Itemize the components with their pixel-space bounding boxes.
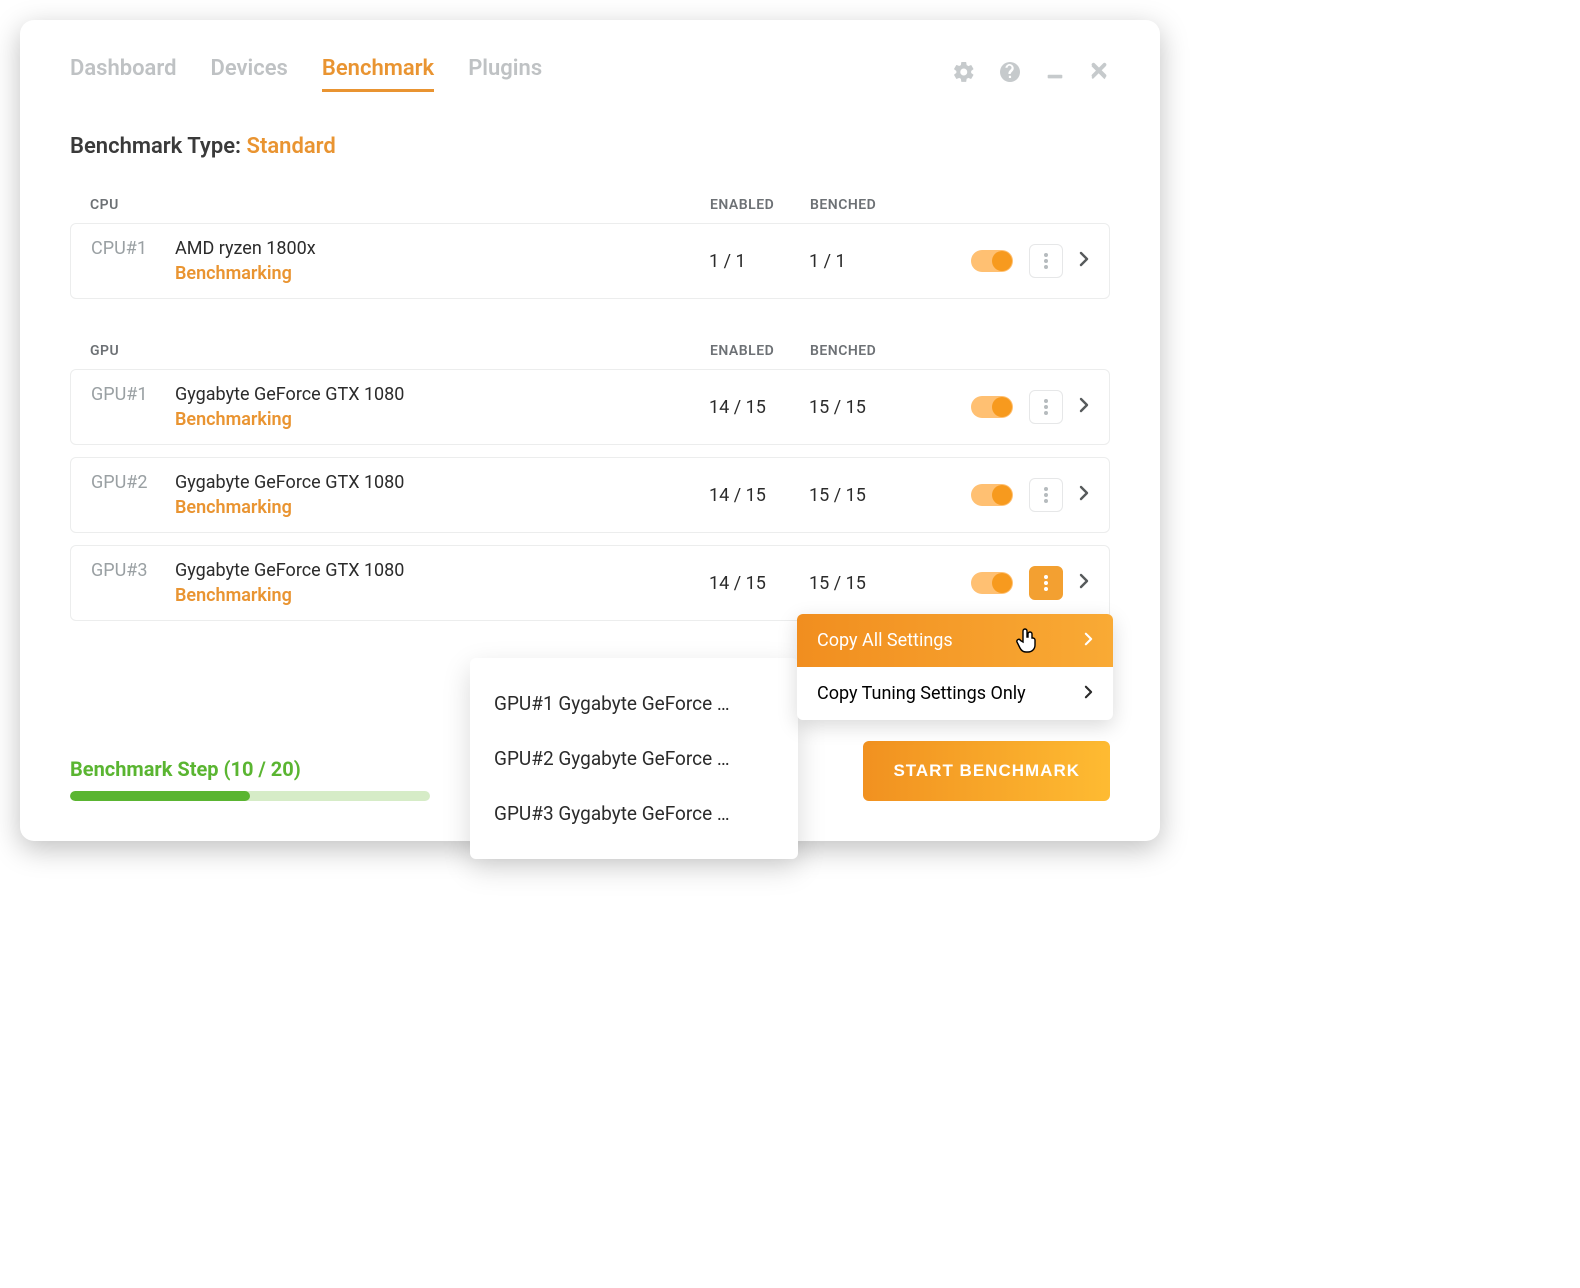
benched-value: 15 / 15 — [809, 573, 929, 594]
device-status: Benchmarking — [175, 409, 404, 430]
enable-toggle[interactable] — [971, 396, 1013, 418]
tab-plugins[interactable]: Plugins — [468, 56, 542, 92]
enabled-value: 14 / 15 — [709, 485, 809, 506]
copy-target-submenu: GPU#1 Gygabyte GeForce … GPU#2 Gygabyte … — [470, 658, 798, 859]
chevron-right-icon[interactable] — [1079, 397, 1089, 417]
benchmark-type-label: Benchmark Type: — [70, 134, 247, 159]
benchmark-progress: Benchmark Step (10 / 20) — [70, 757, 430, 801]
enable-toggle[interactable] — [971, 250, 1013, 272]
tab-devices[interactable]: Devices — [210, 56, 287, 92]
device-row-gpu2: GPU#2 Gygabyte GeForce GTX 1080 Benchmar… — [70, 457, 1110, 533]
app-window: Dashboard Devices Benchmark Plugins Benc… — [20, 20, 1160, 841]
row-menu-button[interactable] — [1029, 244, 1063, 278]
benched-value: 15 / 15 — [809, 397, 929, 418]
tab-benchmark[interactable]: Benchmark — [322, 56, 434, 92]
enabled-value: 1 / 1 — [709, 251, 809, 272]
device-name: AMD ryzen 1800x — [175, 238, 316, 259]
chevron-right-icon[interactable] — [1079, 485, 1089, 505]
enabled-value: 14 / 15 — [709, 573, 809, 594]
col-enabled: ENABLED — [710, 343, 810, 359]
chevron-right-icon[interactable] — [1079, 251, 1089, 271]
progress-fill — [70, 791, 250, 801]
window-controls — [952, 60, 1110, 88]
col-cpu: CPU — [90, 197, 710, 213]
close-icon[interactable] — [1088, 61, 1110, 87]
col-benched: BENCHED — [810, 343, 930, 359]
chevron-right-icon[interactable] — [1079, 573, 1089, 593]
row-menu-button[interactable] — [1029, 566, 1063, 600]
minimize-icon[interactable] — [1044, 61, 1066, 87]
start-benchmark-button[interactable]: START BENCHMARK — [863, 741, 1110, 801]
progress-label: Benchmark Step (10 / 20) — [70, 757, 430, 781]
device-id: GPU#1 — [91, 384, 161, 405]
benchmark-type: Benchmark Type: Standard — [70, 134, 1110, 159]
device-name: Gygabyte GeForce GTX 1080 — [175, 472, 404, 493]
benchmark-type-value: Standard — [247, 134, 336, 159]
device-row-gpu1: GPU#1 Gygabyte GeForce GTX 1080 Benchmar… — [70, 369, 1110, 445]
row-menu-button[interactable] — [1029, 478, 1063, 512]
device-id: GPU#3 — [91, 560, 161, 581]
menu-copy-all-settings[interactable]: Copy All Settings — [797, 614, 1113, 667]
main-tabs: Dashboard Devices Benchmark Plugins — [70, 56, 542, 92]
cursor-hand-icon — [1015, 628, 1037, 659]
chevron-right-icon — [1084, 630, 1093, 651]
device-id: CPU#1 — [91, 238, 161, 259]
menu-item-label: Copy All Settings — [817, 630, 953, 651]
col-benched: BENCHED — [810, 197, 930, 213]
device-row-cpu1: CPU#1 AMD ryzen 1800x Benchmarking 1 / 1… — [70, 223, 1110, 299]
gear-icon[interactable] — [952, 60, 976, 88]
benched-value: 1 / 1 — [809, 251, 929, 272]
col-enabled: ENABLED — [710, 197, 810, 213]
submenu-item-gpu3[interactable]: GPU#3 Gygabyte GeForce … — [470, 786, 798, 841]
header-row: Dashboard Devices Benchmark Plugins — [70, 56, 1110, 92]
enable-toggle[interactable] — [971, 484, 1013, 506]
col-gpu: GPU — [90, 343, 710, 359]
row-menu-button[interactable] — [1029, 390, 1063, 424]
chevron-right-icon — [1084, 683, 1093, 704]
device-id: GPU#2 — [91, 472, 161, 493]
benched-value: 15 / 15 — [809, 485, 929, 506]
progress-bar — [70, 791, 430, 801]
device-name: Gygabyte GeForce GTX 1080 — [175, 384, 404, 405]
device-row-gpu3: GPU#3 Gygabyte GeForce GTX 1080 Benchmar… — [70, 545, 1110, 621]
gpu-section-header: GPU ENABLED BENCHED — [70, 333, 1110, 369]
cpu-section-header: CPU ENABLED BENCHED — [70, 187, 1110, 223]
enabled-value: 14 / 15 — [709, 397, 809, 418]
device-name: Gygabyte GeForce GTX 1080 — [175, 560, 404, 581]
help-icon[interactable] — [998, 60, 1022, 88]
menu-item-label: Copy Tuning Settings Only — [817, 683, 1026, 704]
device-status: Benchmarking — [175, 585, 404, 606]
submenu-item-gpu2[interactable]: GPU#2 Gygabyte GeForce … — [470, 731, 798, 786]
enable-toggle[interactable] — [971, 572, 1013, 594]
menu-copy-tuning-only[interactable]: Copy Tuning Settings Only — [797, 667, 1113, 720]
submenu-item-gpu1[interactable]: GPU#1 Gygabyte GeForce … — [470, 676, 798, 731]
device-status: Benchmarking — [175, 263, 316, 284]
tab-dashboard[interactable]: Dashboard — [70, 56, 176, 92]
device-status: Benchmarking — [175, 497, 404, 518]
row-context-menu: Copy All Settings Copy Tuning Settings O… — [797, 614, 1113, 720]
